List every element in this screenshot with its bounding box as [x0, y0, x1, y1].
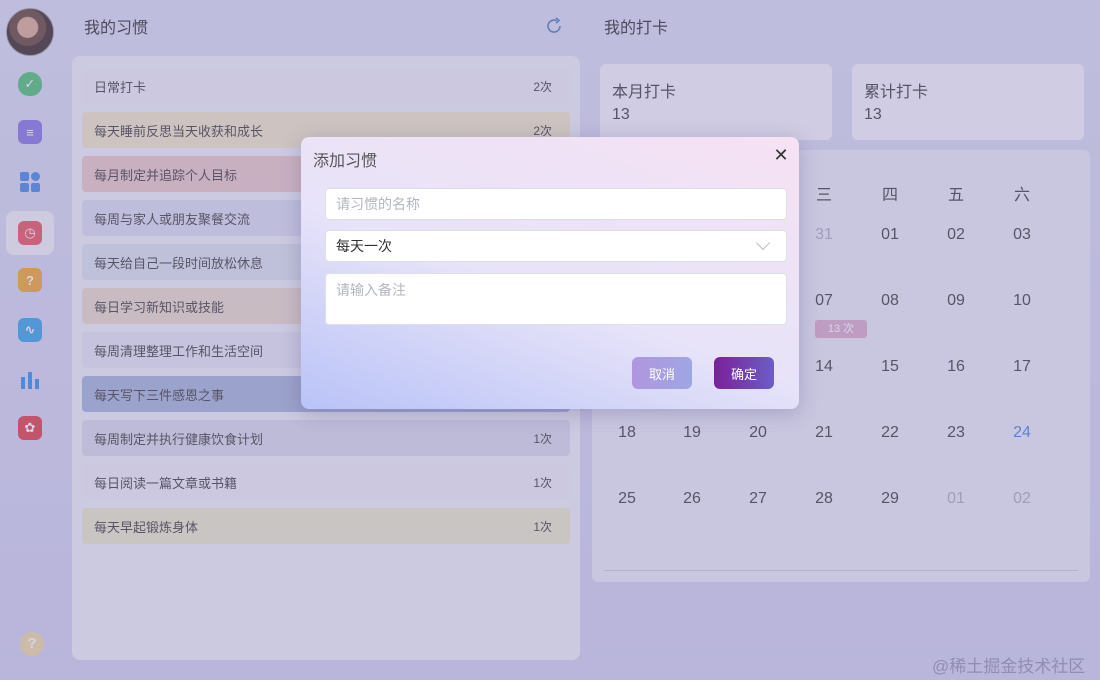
confirm-button[interactable]: 确定 — [714, 357, 774, 389]
add-habit-dialog: 添加习惯 ✕ 每天一次 取消 确定 — [301, 137, 799, 409]
frequency-value: 每天一次 — [336, 238, 392, 254]
cancel-button[interactable]: 取消 — [632, 357, 692, 389]
note-textarea[interactable] — [325, 273, 787, 325]
close-icon[interactable]: ✕ — [773, 146, 789, 164]
dialog-title: 添加习惯 — [313, 153, 378, 170]
frequency-select[interactable]: 每天一次 — [325, 230, 787, 262]
habit-name-input[interactable] — [325, 188, 787, 220]
chevron-down-icon — [755, 235, 771, 251]
